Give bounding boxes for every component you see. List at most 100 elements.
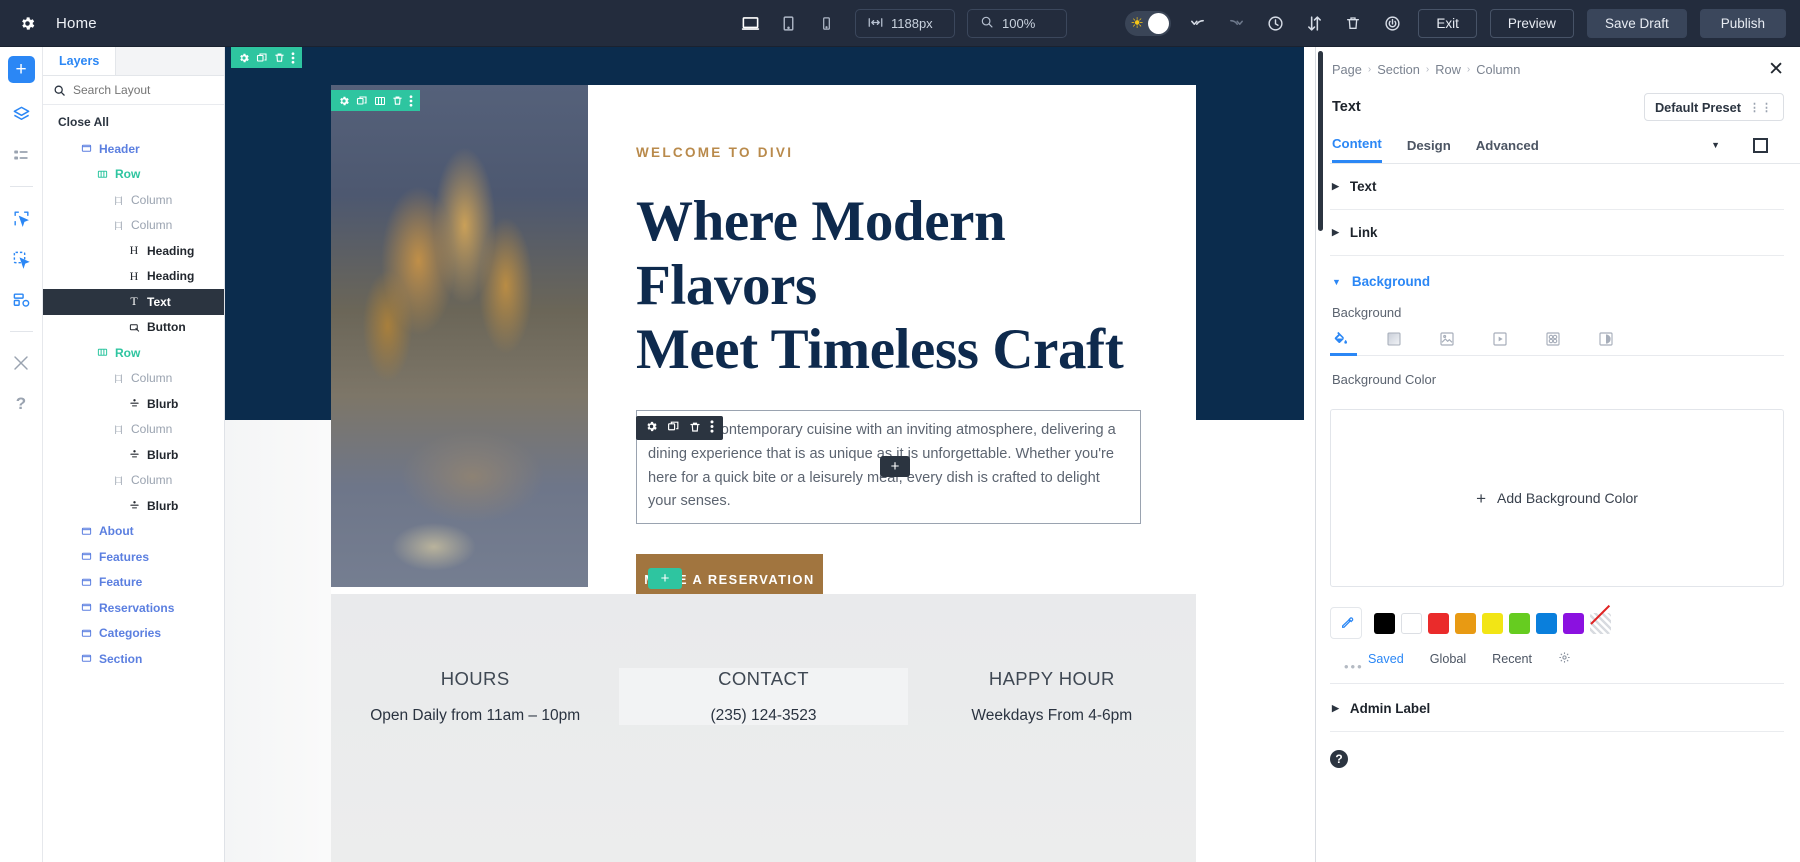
help-icon[interactable]: ? [1330, 750, 1348, 768]
breadcrumb-row[interactable]: Row [1435, 62, 1461, 77]
duplicate-icon[interactable] [356, 95, 368, 107]
color-swatch[interactable] [1509, 612, 1530, 634]
clock-history-icon[interactable] [1262, 10, 1288, 36]
add-background-color-button[interactable]: + Add Background Color [1330, 409, 1784, 587]
up-down-arrows-icon[interactable] [1301, 10, 1327, 36]
more-icon[interactable] [409, 94, 413, 107]
module-toolbar[interactable] [636, 416, 723, 441]
trash-icon[interactable] [392, 95, 403, 106]
breadcrumb-section[interactable]: Section [1377, 62, 1420, 77]
duplicate-icon[interactable] [667, 420, 680, 436]
layer-row-categories[interactable]: Categories [43, 621, 224, 647]
phone-icon[interactable] [809, 6, 843, 40]
color-swatch[interactable] [1401, 612, 1422, 634]
power-icon[interactable] [1379, 10, 1405, 36]
tab-advanced[interactable]: Advanced [1476, 138, 1539, 162]
color-swatch[interactable] [1428, 612, 1449, 634]
color-swatch[interactable] [1563, 612, 1584, 634]
layer-row-column[interactable]: |□| Column [43, 187, 224, 213]
preview-button[interactable]: Preview [1489, 8, 1574, 38]
gear-icon[interactable] [238, 52, 250, 64]
layer-row-column[interactable]: |□| Column [43, 213, 224, 239]
eyedropper-icon[interactable] [1330, 607, 1362, 639]
color-swatch[interactable] [1455, 612, 1476, 634]
color-swatch[interactable] [1482, 612, 1503, 634]
search-input[interactable] [73, 83, 228, 97]
viewport-width-field[interactable]: 1188px [855, 8, 955, 38]
background-image-icon[interactable] [1439, 331, 1455, 347]
background-video-icon[interactable] [1492, 331, 1508, 347]
accordion-link[interactable]: ▶ Link [1330, 210, 1784, 256]
expand-square-icon[interactable] [1753, 138, 1768, 153]
background-color-icon[interactable] [1332, 330, 1349, 347]
duplicate-icon[interactable] [256, 52, 268, 64]
layer-row-feature[interactable]: Feature [43, 570, 224, 596]
more-icon[interactable] [291, 51, 295, 64]
layer-row-heading[interactable]: H Heading [43, 264, 224, 290]
desktop-icon[interactable] [733, 6, 767, 40]
tab-layers[interactable]: Layers [43, 47, 117, 75]
tab-design[interactable]: Design [1407, 138, 1451, 162]
layer-row-column[interactable]: |□| Column [43, 366, 224, 392]
undo-icon[interactable] [1184, 10, 1210, 36]
layer-row-reservations[interactable]: Reservations [43, 595, 224, 621]
multiselect-icon[interactable] [6, 244, 36, 274]
layer-row-blurb[interactable]: Blurb [43, 493, 224, 519]
breadcrumb-page[interactable]: Page [1332, 62, 1362, 77]
preset-selector[interactable]: Default Preset ⋮⋮ [1643, 93, 1784, 121]
row-toolbar[interactable] [331, 90, 420, 111]
trash-icon[interactable] [1340, 10, 1366, 36]
breadcrumb-column[interactable]: Column [1476, 62, 1520, 77]
tab-content[interactable]: Content [1332, 136, 1382, 163]
columns-icon[interactable] [374, 95, 386, 107]
layer-row-button[interactable]: Button [43, 315, 224, 341]
swatch-link-recent[interactable]: Recent [1492, 652, 1532, 666]
more-dots-icon[interactable]: ••• [1344, 659, 1364, 674]
section-toolbar[interactable] [231, 47, 302, 68]
swatch-link-global[interactable]: Global [1430, 652, 1466, 666]
help-icon[interactable]: ? [6, 389, 36, 419]
background-mask-icon[interactable] [1598, 331, 1614, 347]
layer-row-row[interactable]: Row [43, 340, 224, 366]
background-gradient-icon[interactable] [1386, 331, 1402, 347]
layer-row-heading[interactable]: H Heading [43, 238, 224, 264]
tablet-icon[interactable] [771, 6, 805, 40]
layer-row-blurb[interactable]: Blurb [43, 391, 224, 417]
gear-icon[interactable] [1558, 651, 1571, 667]
zoom-level-field[interactable]: 100% [967, 8, 1067, 38]
add-row-button[interactable]: + [648, 568, 682, 589]
sun-toggle-icon[interactable]: ☀ [1125, 10, 1172, 36]
swatch-link-saved[interactable]: Saved [1368, 652, 1404, 666]
background-pattern-icon[interactable] [1545, 331, 1561, 347]
layers-icon[interactable] [6, 99, 36, 129]
color-swatch[interactable] [1374, 612, 1395, 634]
layer-row-about[interactable]: About [43, 519, 224, 545]
gear-icon[interactable] [645, 420, 658, 436]
layer-row-features[interactable]: Features [43, 544, 224, 570]
close-icon[interactable]: ✕ [1768, 60, 1784, 79]
publish-button[interactable]: Publish [1699, 8, 1786, 38]
layer-row-column[interactable]: |□| Column [43, 417, 224, 443]
list-view-icon[interactable] [6, 140, 36, 170]
layer-row-header[interactable]: Header [43, 136, 224, 162]
tools-icon[interactable] [6, 348, 36, 378]
color-swatch[interactable] [1536, 612, 1557, 634]
layer-row-column[interactable]: |□| Column [43, 468, 224, 494]
layer-row-row[interactable]: Row [43, 162, 224, 188]
gear-icon[interactable] [338, 95, 350, 107]
gear-icon[interactable] [14, 10, 40, 36]
accordion-text[interactable]: ▶ Text [1330, 164, 1784, 210]
redo-icon[interactable] [1223, 10, 1249, 36]
panel-scrollbar[interactable] [1318, 51, 1323, 231]
layer-row-text[interactable]: T Text [43, 289, 224, 315]
color-swatch[interactable] [1590, 612, 1611, 634]
text-module-selected[interactable]: We blend contemporary cuisine with an in… [636, 410, 1141, 525]
chevron-down-icon[interactable]: ▼ [1711, 140, 1720, 150]
trash-icon[interactable] [274, 52, 285, 63]
layer-row-section[interactable]: Section [43, 646, 224, 672]
add-module-button[interactable]: + [880, 456, 910, 478]
accordion-background[interactable]: ▼ Background [1330, 256, 1800, 293]
add-element-button[interactable]: + [7, 56, 35, 83]
select-element-icon[interactable] [6, 203, 36, 233]
layer-row-blurb[interactable]: Blurb [43, 442, 224, 468]
